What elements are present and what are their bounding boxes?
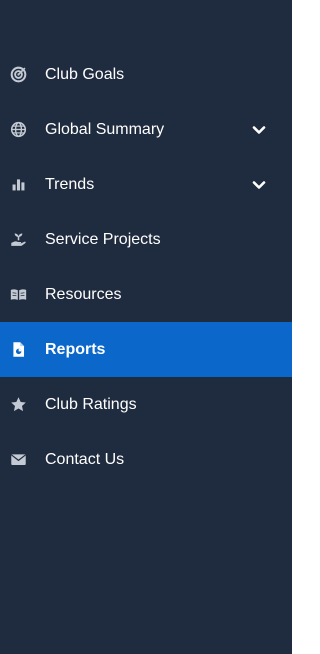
envelope-icon xyxy=(9,451,27,469)
sidebar-item-trends[interactable]: Trends xyxy=(0,157,292,212)
sidebar-item-label: Club Goals xyxy=(45,65,125,83)
sidebar-item-label: Resources xyxy=(45,285,122,303)
chevron-down-icon[interactable] xyxy=(250,176,268,194)
sidebar-item-label: Reports xyxy=(45,340,106,358)
sidebar-item-service-projects[interactable]: Service Projects xyxy=(0,212,292,267)
sidebar-item-club-ratings[interactable]: Club Ratings xyxy=(0,377,292,432)
sidebar-item-resources[interactable]: Resources xyxy=(0,267,292,322)
sidebar-item-label: Global Summary xyxy=(45,120,165,138)
hand-plant-icon xyxy=(9,231,27,249)
target-icon xyxy=(9,66,27,84)
report-file-icon xyxy=(9,341,27,359)
star-icon xyxy=(9,396,27,414)
sidebar-item-label: Club Ratings xyxy=(45,395,137,413)
sidebar-item-club-goals[interactable]: Club Goals xyxy=(0,47,292,102)
chevron-down-icon[interactable] xyxy=(250,121,268,139)
sidebar: Club Goals Global Summary Trends Service… xyxy=(0,0,292,654)
bar-chart-icon xyxy=(9,176,27,194)
sidebar-item-reports[interactable]: Reports xyxy=(0,322,292,377)
sidebar-item-label: Contact Us xyxy=(45,450,125,468)
sidebar-menu: Club Goals Global Summary Trends Service… xyxy=(0,47,292,487)
globe-icon xyxy=(9,121,27,139)
sidebar-item-contact-us[interactable]: Contact Us xyxy=(0,432,292,487)
sidebar-item-global-summary[interactable]: Global Summary xyxy=(0,102,292,157)
sidebar-item-label: Trends xyxy=(45,175,95,193)
sidebar-item-label: Service Projects xyxy=(45,230,161,248)
book-icon xyxy=(9,286,27,304)
